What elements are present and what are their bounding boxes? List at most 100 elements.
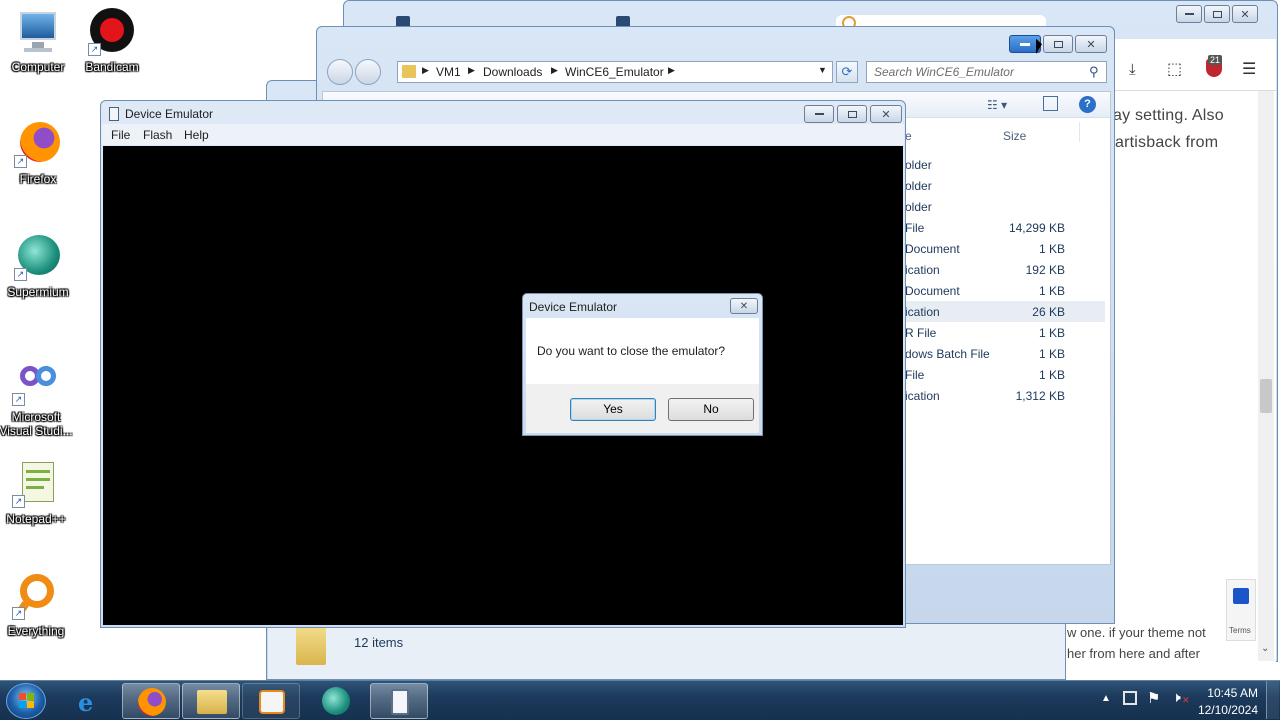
close-emulator-dialog: Device Emulator ✕ Do you want to close t… (522, 293, 763, 436)
chevron-down-icon[interactable]: ▼ (818, 65, 827, 75)
table-row[interactable]: Document 1 KB (905, 280, 1105, 301)
taskbar-ie[interactable]: e (62, 683, 120, 719)
shortcut-arrow-icon: ↗ (12, 393, 25, 406)
device-emulator-icon (391, 689, 409, 715)
folder-icon (197, 690, 227, 714)
taskbar-supermium[interactable] (307, 683, 365, 719)
breadcrumb-item[interactable]: VM1 (436, 65, 461, 79)
everything-icon: ↗ (12, 572, 60, 620)
browser-scrollbar[interactable]: ⌄ (1258, 91, 1274, 661)
emulator-title: Device Emulator (125, 107, 214, 121)
recaptcha-terms-link[interactable]: Terms (1229, 626, 1251, 635)
refresh-icon[interactable]: ⟳ (836, 61, 858, 83)
taskbar-explorer[interactable] (182, 683, 240, 719)
breadcrumb-item[interactable]: WinCE6_Emulator (565, 65, 664, 79)
desktop-icon-computer[interactable]: Computer (0, 8, 76, 74)
supermium-icon (322, 687, 350, 715)
emulator-screen[interactable] (103, 146, 903, 625)
desktop-icon-label: Supermium (7, 285, 69, 299)
clock-time[interactable]: 10:45 AM (1198, 686, 1258, 700)
help-icon[interactable]: ? (1079, 96, 1096, 113)
explorer-details-pane: 12 items (268, 621, 1065, 679)
dialog-title: Device Emulator (529, 300, 618, 314)
table-row[interactable]: ication 192 KB (905, 259, 1105, 280)
page-text-line: her from here and after (1067, 646, 1200, 661)
table-row[interactable]: File 14,299 KB (905, 217, 1105, 238)
menu-help[interactable]: Help (184, 128, 209, 142)
scrollbar-thumb[interactable] (1260, 379, 1272, 413)
desktop-icon-label: Notepad++ (6, 512, 66, 526)
table-row[interactable]: R File 1 KB (905, 322, 1105, 343)
table-row[interactable]: older (905, 154, 1105, 175)
start-button[interactable] (6, 683, 46, 719)
desktop-icon-visual-studio[interactable]: ↗ Microsoft Visual Studi... (0, 358, 74, 438)
column-header-type[interactable]: e (905, 129, 912, 143)
menu-flash[interactable]: Flash (143, 128, 172, 142)
desktop-icon-firefox[interactable]: ↗ Firefox (0, 120, 76, 186)
notepadpp-icon: ↗ (12, 460, 60, 508)
chevron-right-icon: ▶ (551, 65, 558, 75)
address-bar[interactable]: ▶ VM1 ▶ Downloads ▶ WinCE6_Emulator ▶ ▼ (397, 61, 833, 83)
page-text-line: w one. if your theme not (1067, 625, 1206, 640)
table-row[interactable]: older (905, 175, 1105, 196)
taskbar-device-emulator[interactable] (370, 683, 428, 719)
emulator-minimize-button[interactable] (804, 105, 834, 123)
browser-close-button[interactable]: ✕ (1232, 5, 1258, 23)
clock-date[interactable]: 12/10/2024 (1190, 703, 1258, 717)
back-button[interactable] (327, 59, 353, 85)
table-row[interactable]: File 1 KB (905, 364, 1105, 385)
emulator-maximize-button[interactable] (837, 105, 867, 123)
folder-icon (402, 65, 416, 78)
search-placeholder: Search WinCE6_Emulator (874, 65, 1014, 79)
scroll-down-icon[interactable]: ⌄ (1261, 643, 1269, 654)
table-row[interactable]: dows Batch File 1 KB (905, 343, 1105, 364)
extensions-icon[interactable]: ⬚ (1167, 59, 1182, 79)
media-player-icon (259, 690, 285, 714)
table-row-selected[interactable]: ication 26 KB (905, 301, 1105, 322)
desktop-icon-bandicam[interactable]: ↗ Bandicam (74, 8, 150, 74)
no-button[interactable]: No (668, 398, 754, 421)
table-row[interactable]: ication 1,312 KB (905, 385, 1105, 406)
browser-minimize-button[interactable] (1176, 5, 1202, 23)
shortcut-arrow-icon: ↗ (14, 155, 27, 168)
taskbar-media-player[interactable] (242, 683, 300, 719)
preview-pane-icon[interactable] (1043, 96, 1058, 111)
download-icon[interactable]: ⤓ (1129, 61, 1136, 78)
explorer-maximize-button[interactable] (1043, 35, 1073, 53)
extension-badge: 21 (1208, 55, 1223, 65)
network-icon[interactable] (1123, 691, 1137, 705)
search-icon: ⚲ (1089, 64, 1099, 79)
breadcrumb-item[interactable]: Downloads (483, 65, 542, 79)
volume-muted-icon[interactable]: 🕨 (1172, 689, 1181, 706)
browser-maximize-button[interactable] (1204, 5, 1230, 23)
dialog-close-button[interactable]: ✕ (730, 298, 758, 314)
desktop-icon-notepadpp[interactable]: ↗ Notepad++ (0, 460, 74, 526)
taskbar-firefox[interactable] (122, 683, 180, 719)
computer-icon (14, 8, 62, 56)
explorer-close-button[interactable]: ✕ (1075, 35, 1107, 53)
menu-file[interactable]: File (111, 128, 130, 142)
view-options-icon[interactable]: ☷ ▾ (987, 98, 1007, 112)
show-hidden-icons-button[interactable]: ▲ (1101, 693, 1111, 704)
menu-icon[interactable]: ☰ (1242, 59, 1256, 79)
desktop-icon-everything[interactable]: ↗ Everything (0, 572, 74, 638)
action-center-flag-icon[interactable]: ⚑ (1147, 689, 1160, 707)
forward-button[interactable] (355, 59, 381, 85)
emulator-app-icon (109, 107, 119, 121)
emulator-close-button[interactable]: ✕ (870, 105, 902, 123)
emulator-menubar: File Flash Help (102, 124, 904, 145)
mute-x-icon: ✕ (1182, 695, 1190, 705)
search-input[interactable]: Search WinCE6_Emulator ⚲ (866, 61, 1107, 83)
shortcut-arrow-icon: ↗ (14, 268, 27, 281)
taskbar: e ▲ ⚑ 🕨 ✕ 10:45 AM 12/10/2024 (0, 680, 1280, 720)
desktop-icon-label: Computer (11, 60, 65, 74)
table-row[interactable]: older (905, 196, 1105, 217)
column-header-size[interactable]: Size (1003, 129, 1026, 143)
file-rows: older older older File 14,299 KB Document… (905, 154, 1105, 414)
yes-button[interactable]: Yes (570, 398, 656, 421)
table-row[interactable]: Document 1 KB (905, 238, 1105, 259)
desktop-icon-label: Firefox (19, 172, 57, 186)
bandicam-icon: ↗ (88, 8, 136, 56)
show-desktop-button[interactable] (1266, 681, 1279, 719)
desktop-icon-supermium[interactable]: ↗ Supermium (0, 233, 76, 299)
